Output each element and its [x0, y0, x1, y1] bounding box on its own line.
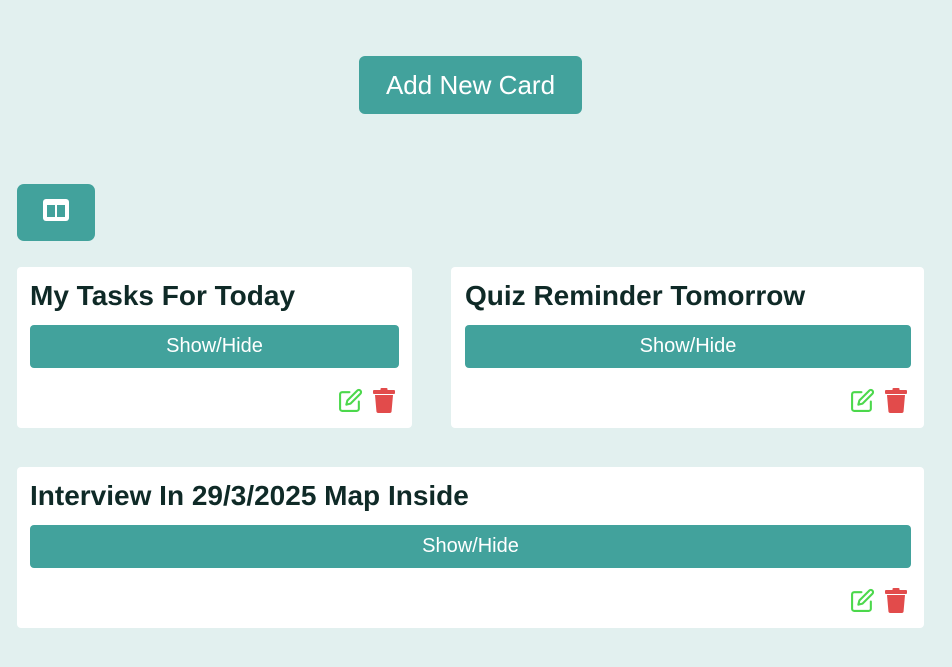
delete-button[interactable]: [371, 387, 397, 413]
card-title: Interview In 29/3/2025 Map Inside: [30, 480, 469, 511]
card: Interview In 29/3/2025 Map Inside Show/H…: [17, 467, 924, 628]
card-actions: [849, 587, 909, 613]
add-new-card-button[interactable]: Add New Card: [359, 56, 582, 114]
trash-icon: [373, 387, 395, 413]
delete-button[interactable]: [883, 387, 909, 413]
trash-icon: [885, 387, 907, 413]
columns-icon: [43, 199, 69, 226]
edit-icon: [850, 588, 874, 612]
card-actions: [849, 387, 909, 413]
card-title: Quiz Reminder Tomorrow: [465, 280, 806, 311]
card-title: My Tasks For Today: [30, 280, 296, 311]
delete-button[interactable]: [883, 587, 909, 613]
card: Quiz Reminder Tomorrow Show/Hide: [451, 267, 924, 428]
show-hide-button[interactable]: Show/Hide: [30, 325, 399, 368]
card: My Tasks For Today Show/Hide: [17, 267, 412, 428]
trash-icon: [885, 587, 907, 613]
edit-button[interactable]: [849, 587, 875, 613]
edit-button[interactable]: [849, 387, 875, 413]
show-hide-button[interactable]: Show/Hide: [30, 525, 911, 568]
card-actions: [337, 387, 397, 413]
edit-icon: [850, 388, 874, 412]
edit-button[interactable]: [337, 387, 363, 413]
show-hide-button[interactable]: Show/Hide: [465, 325, 911, 368]
layout-toggle-button[interactable]: [17, 184, 95, 241]
edit-icon: [338, 388, 362, 412]
